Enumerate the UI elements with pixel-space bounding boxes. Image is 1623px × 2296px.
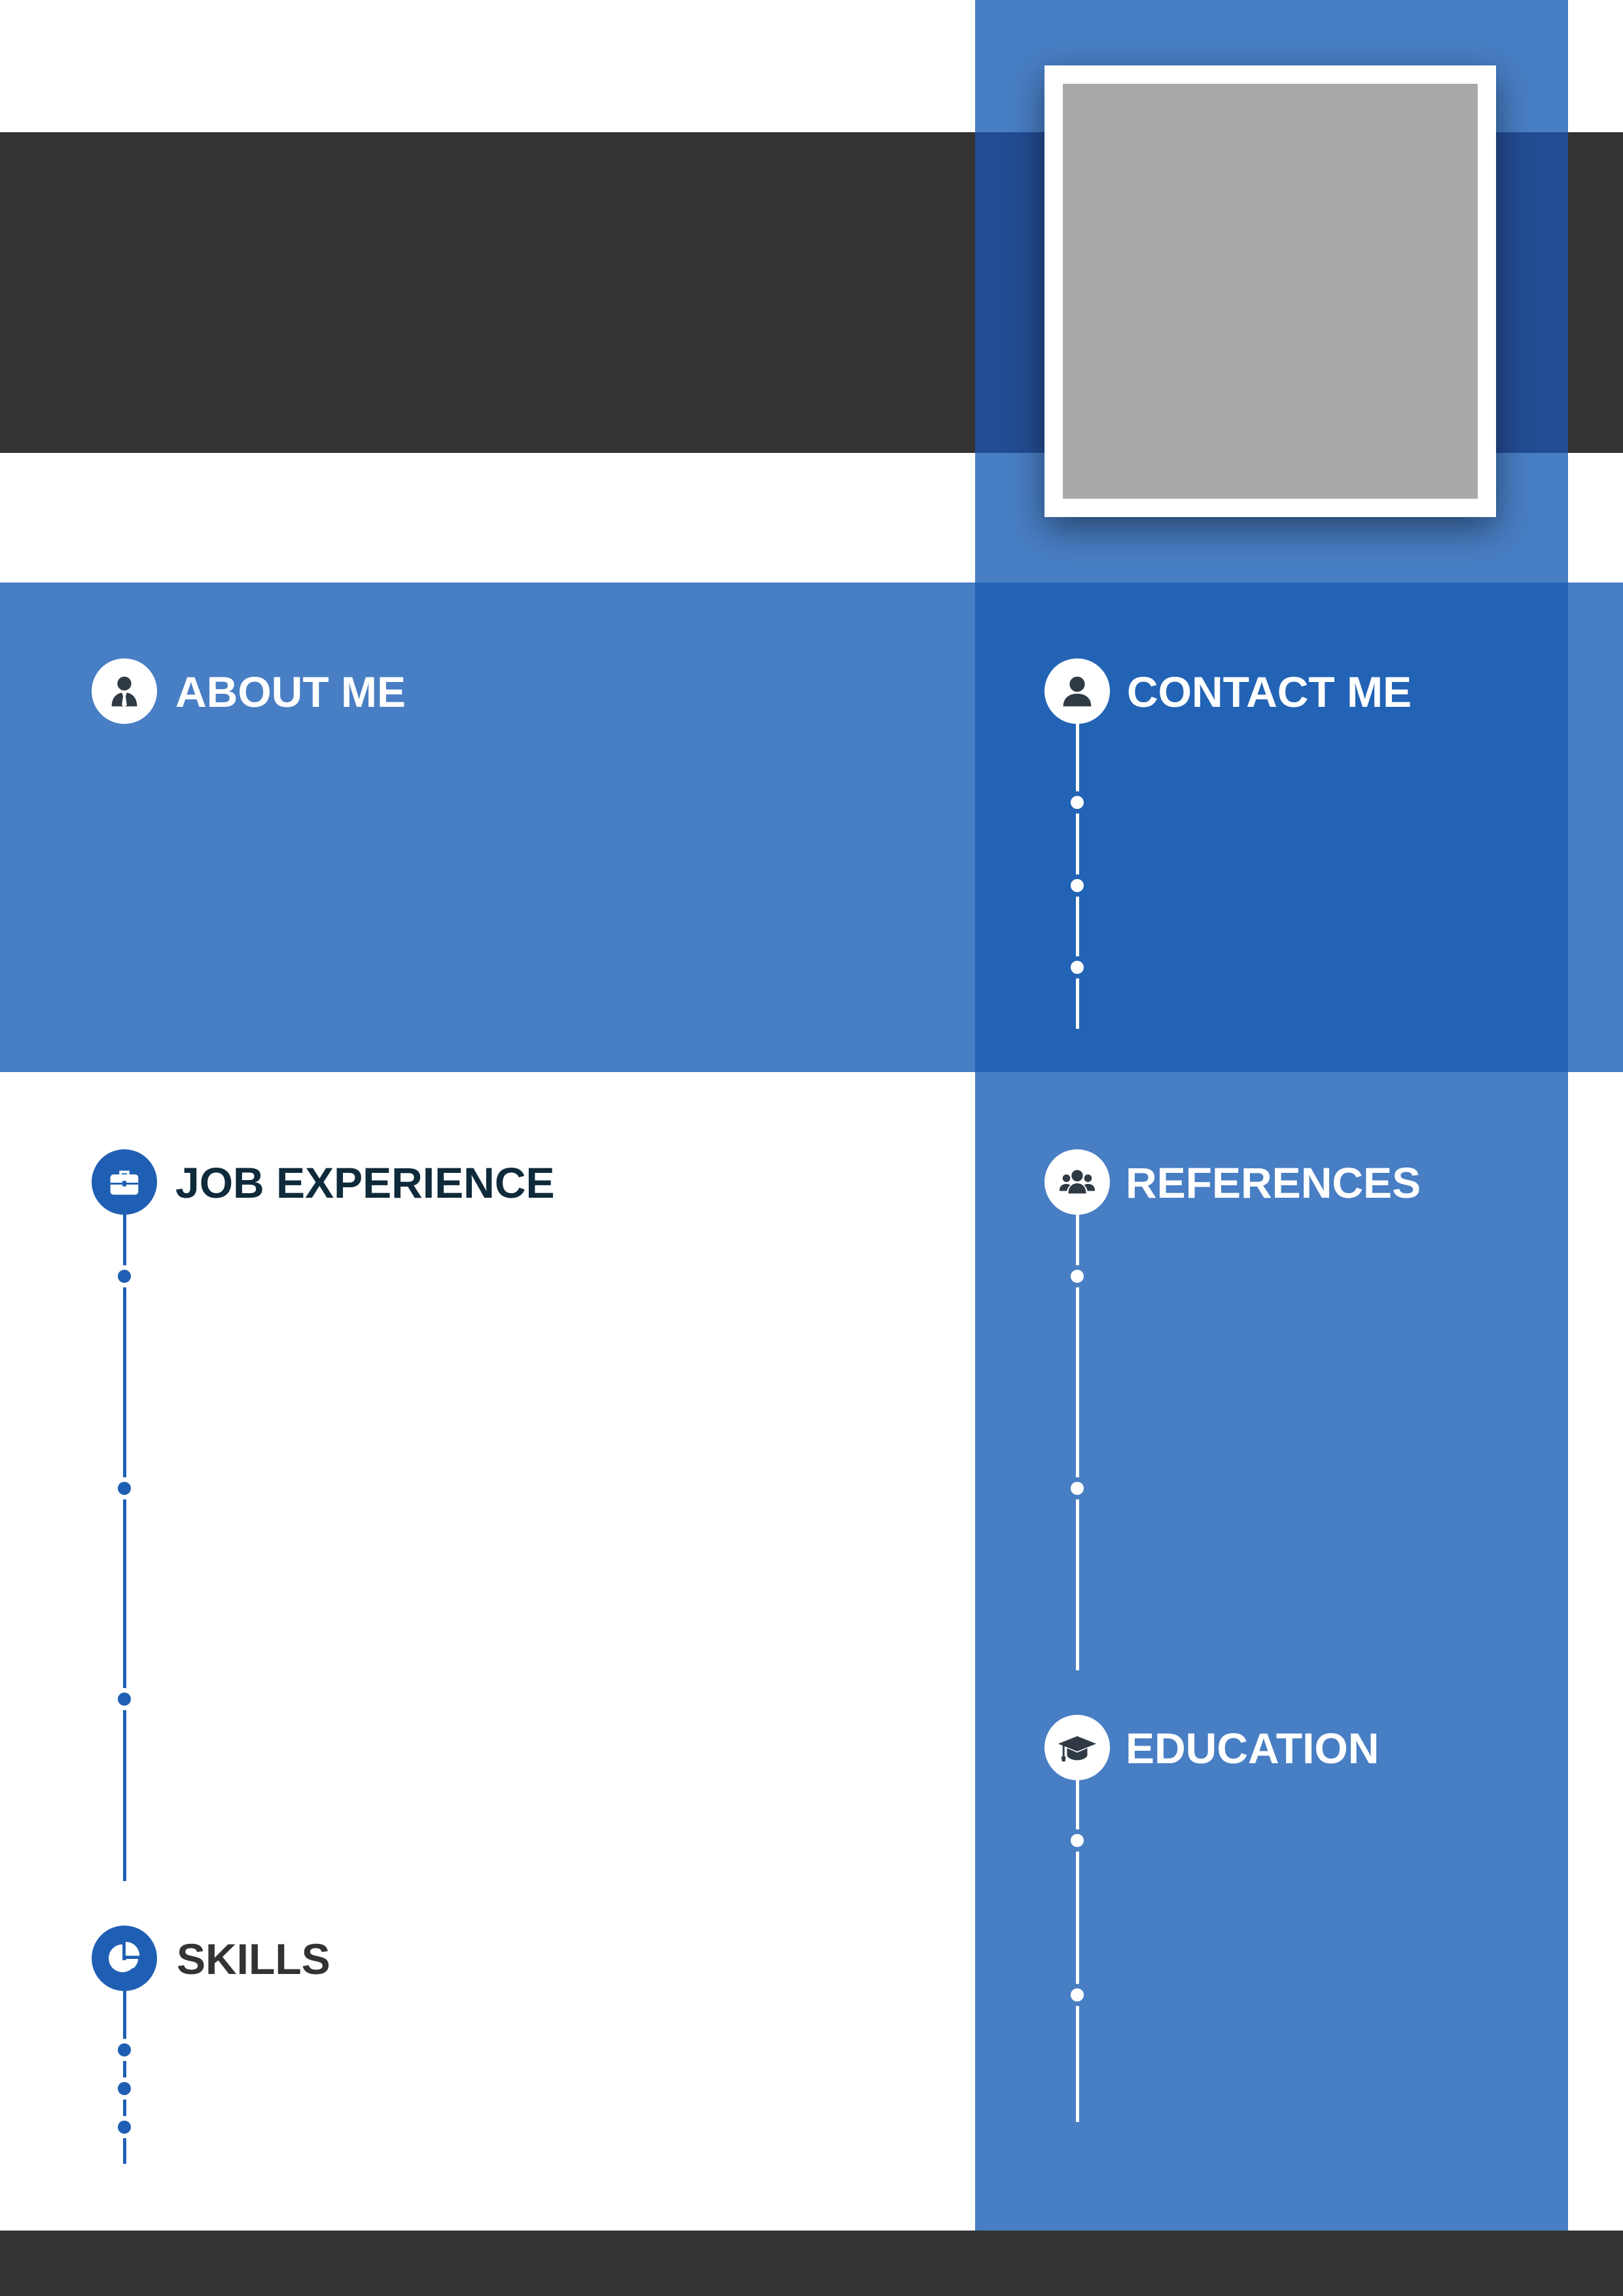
education-timeline-line xyxy=(1076,1780,1079,2122)
skills-icon-circle xyxy=(92,1926,157,1991)
graduation-cap-icon xyxy=(1058,1736,1097,1762)
job-timeline-dot xyxy=(118,1270,131,1283)
education-timeline-dot xyxy=(1071,1988,1084,2001)
references-timeline-dot xyxy=(1071,1270,1084,1283)
about-heading: ABOUT ME xyxy=(175,668,406,716)
education-heading: EDUCATION xyxy=(1126,1724,1380,1772)
contact-timeline-dot xyxy=(1071,961,1084,974)
references-timeline-dot xyxy=(1071,1482,1084,1495)
profile-photo-frame xyxy=(1044,65,1496,517)
contact-box xyxy=(975,583,1568,1072)
contact-icon-circle xyxy=(1044,658,1110,724)
skills-timeline-dot xyxy=(118,2121,131,2134)
references-heading: REFERENCES xyxy=(1126,1158,1421,1207)
skills-heading: SKILLS xyxy=(177,1935,330,1983)
skills-timeline-dot xyxy=(118,2043,131,2056)
profile-photo-placeholder[interactable] xyxy=(1063,84,1478,499)
briefcase-icon xyxy=(110,1170,139,1195)
contact-heading: CONTACT ME xyxy=(1127,668,1412,716)
references-icon-circle xyxy=(1044,1149,1110,1215)
job-timeline-dot xyxy=(118,1482,131,1495)
user-tie-icon xyxy=(111,676,137,708)
references-timeline-line xyxy=(1076,1215,1079,1670)
user-icon xyxy=(1063,676,1092,707)
job-icon-circle xyxy=(92,1149,157,1215)
contact-timeline-dot xyxy=(1071,796,1084,809)
job-heading: JOB EXPERIENCE xyxy=(175,1158,555,1207)
pie-chart-icon xyxy=(108,1941,140,1973)
footer-band xyxy=(0,2231,1623,2296)
about-icon-circle xyxy=(92,658,157,724)
education-timeline-dot xyxy=(1071,1834,1084,1847)
job-timeline-line xyxy=(123,1215,126,1881)
contact-timeline-line xyxy=(1076,724,1079,1029)
education-icon-circle xyxy=(1044,1715,1110,1780)
skills-timeline-dot xyxy=(118,2082,131,2095)
job-timeline-dot xyxy=(118,1693,131,1706)
skills-timeline-line xyxy=(123,1991,126,2164)
users-icon xyxy=(1059,1170,1096,1194)
contact-timeline-dot xyxy=(1071,879,1084,892)
